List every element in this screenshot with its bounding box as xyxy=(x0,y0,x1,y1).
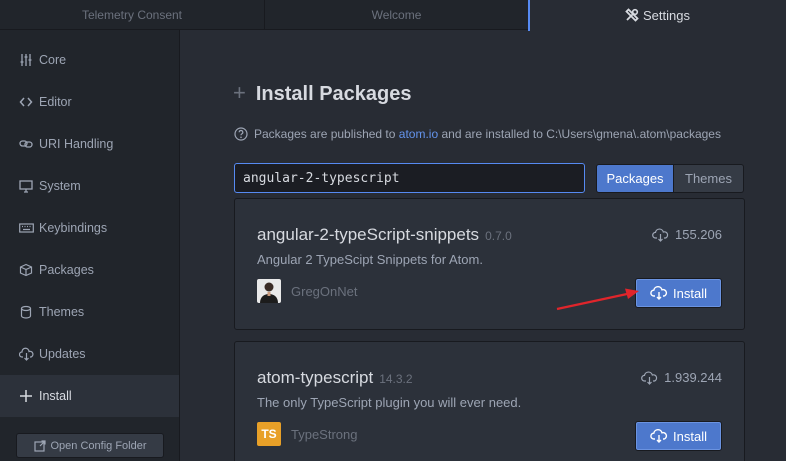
install-button-label: Install xyxy=(673,428,707,444)
open-config-folder-button[interactable]: Open Config Folder xyxy=(16,433,164,458)
external-link-icon xyxy=(33,439,46,452)
sidebar-item-label: URI Handling xyxy=(39,137,114,151)
sidebar-item-uri-handling[interactable]: URI Handling xyxy=(0,123,179,165)
packages-toggle-button[interactable]: Packages xyxy=(596,164,674,193)
tab-telemetry-consent[interactable]: Telemetry Consent xyxy=(0,0,265,30)
package-author[interactable]: TS TypeStrong xyxy=(257,422,358,446)
page-title: Install Packages xyxy=(255,82,412,105)
info-line: Packages are published to atom.io and ar… xyxy=(234,127,721,141)
sidebar-item-label: Keybindings xyxy=(39,221,108,235)
cloud-download-icon xyxy=(18,346,34,362)
tab-label: Welcome xyxy=(371,8,422,22)
package-description: The only TypeScript plugin you will ever… xyxy=(257,395,522,410)
package-version: 0.7.0 xyxy=(485,229,512,243)
cloud-download-icon xyxy=(650,429,668,443)
package-icon xyxy=(18,262,34,278)
sidebar-item-packages[interactable]: Packages xyxy=(0,249,179,291)
link-icon xyxy=(18,136,34,152)
install-panel: + Install Packages Packages are publishe… xyxy=(181,30,786,461)
package-title: angular-2-typeScript-snippets 0.7.0 xyxy=(257,225,512,245)
avatar: TS xyxy=(257,422,281,446)
annotation-arrow-icon xyxy=(556,288,639,311)
avatar-badge-text: TS xyxy=(261,427,277,441)
monitor-icon xyxy=(18,178,34,194)
section-heading: + Install Packages xyxy=(233,80,412,106)
package-card[interactable]: angular-2-typeScript-snippets 0.7.0 155.2… xyxy=(234,198,745,330)
package-search-input[interactable] xyxy=(234,163,585,193)
sliders-icon xyxy=(18,52,34,68)
plus-icon: + xyxy=(233,80,246,105)
themes-toggle-button[interactable]: Themes xyxy=(674,164,744,193)
package-description: Angular 2 TypeScipt Snippets for Atom. xyxy=(257,252,483,267)
tab-settings[interactable]: Settings xyxy=(528,0,786,31)
tab-label: Settings xyxy=(643,7,690,23)
install-button[interactable]: Install xyxy=(635,421,722,451)
package-title: atom-typescript 14.3.2 xyxy=(257,368,413,388)
sidebar-item-system[interactable]: System xyxy=(0,165,179,207)
info-suffix: and are installed to C:\Users\gmena\.ato… xyxy=(441,127,721,141)
keyboard-icon xyxy=(18,220,34,236)
package-name[interactable]: atom-typescript xyxy=(257,368,373,387)
sidebar-item-core[interactable]: Core xyxy=(0,39,179,81)
download-count: 1.939.244 xyxy=(641,370,722,385)
download-count-value: 155.206 xyxy=(675,227,722,242)
sidebar-item-label: Editor xyxy=(39,95,72,109)
sidebar-item-themes[interactable]: Themes xyxy=(0,291,179,333)
tab-label: Telemetry Consent xyxy=(81,8,183,22)
cloud-download-icon xyxy=(652,228,669,242)
settings-sidebar: Core Editor URI Handling System Keybindi… xyxy=(0,30,180,461)
download-count-value: 1.939.244 xyxy=(664,370,722,385)
package-version: 14.3.2 xyxy=(379,372,413,386)
tab-welcome[interactable]: Welcome xyxy=(265,0,529,30)
avatar xyxy=(257,279,281,303)
sidebar-item-label: Install xyxy=(39,389,72,403)
sidebar-item-install[interactable]: Install xyxy=(0,375,179,417)
author-name: GregOnNet xyxy=(291,283,358,299)
cloud-download-icon xyxy=(650,286,668,300)
download-count: 155.206 xyxy=(652,227,722,242)
cloud-download-icon xyxy=(641,371,658,385)
package-author[interactable]: GregOnNet xyxy=(257,279,357,303)
config-button-label: Open Config Folder xyxy=(50,439,147,452)
package-name[interactable]: angular-2-typeScript-snippets xyxy=(257,225,479,244)
tab-bar: Telemetry Consent Welcome Settings xyxy=(0,0,786,31)
install-button-label: Install xyxy=(673,285,707,301)
info-prefix: Packages are published to xyxy=(254,127,396,141)
sidebar-item-updates[interactable]: Updates xyxy=(0,333,179,375)
code-icon xyxy=(18,94,34,110)
plus-icon xyxy=(18,388,34,404)
sidebar-item-label: Core xyxy=(39,53,67,67)
sidebar-item-keybindings[interactable]: Keybindings xyxy=(0,207,179,249)
install-button[interactable]: Install xyxy=(635,278,722,308)
tools-icon xyxy=(625,8,639,22)
author-name: TypeStrong xyxy=(291,426,358,442)
question-icon xyxy=(234,127,248,141)
paintcan-icon xyxy=(18,304,34,320)
sidebar-item-label: Updates xyxy=(39,347,86,361)
sidebar-item-label: Packages xyxy=(39,263,94,277)
sidebar-item-label: Themes xyxy=(39,305,85,319)
sidebar-item-editor[interactable]: Editor xyxy=(0,81,179,123)
search-type-toggle: Packages Themes xyxy=(596,164,744,193)
sidebar-item-label: System xyxy=(39,179,81,193)
package-card[interactable]: atom-typescript 14.3.2 1.939.244 The only… xyxy=(234,341,745,461)
atom-io-link[interactable]: atom.io xyxy=(399,127,438,141)
